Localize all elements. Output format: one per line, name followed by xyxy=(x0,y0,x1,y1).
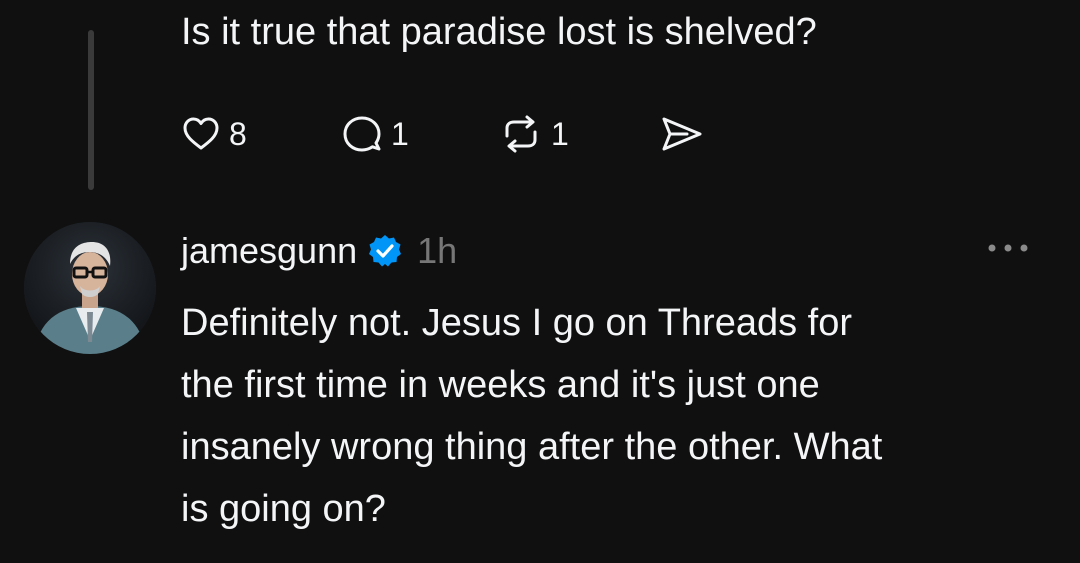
share-button[interactable] xyxy=(659,114,705,154)
like-button[interactable]: 8 xyxy=(181,114,341,154)
parent-post-actions: 8 1 1 xyxy=(181,110,705,158)
more-options-button[interactable] xyxy=(986,236,1030,260)
reply-text-line: Definitely not. Jesus I go on Threads fo… xyxy=(181,302,852,344)
reply-button[interactable]: 1 xyxy=(341,113,499,155)
reply-text-line: is going on? xyxy=(181,488,386,530)
reply-icon xyxy=(343,116,381,152)
repost-icon xyxy=(505,115,537,153)
share-icon xyxy=(662,117,702,151)
repost-count: 1 xyxy=(551,115,569,152)
avatar[interactable] xyxy=(24,222,156,354)
repost-button[interactable]: 1 xyxy=(499,114,659,154)
reply-post-header: jamesgunn 1h xyxy=(181,226,457,276)
reply-count: 1 xyxy=(391,115,409,152)
reply-text-line: insanely wrong thing after the other. Wh… xyxy=(181,426,883,468)
profile-photo xyxy=(24,222,156,354)
timestamp: 1h xyxy=(417,230,458,271)
username[interactable]: jamesgunn xyxy=(181,230,357,272)
verified-badge-icon xyxy=(369,235,402,267)
like-count: 8 xyxy=(229,115,247,152)
reply-post-text: Definitely not. Jesus I go on Threads fo… xyxy=(181,292,1051,540)
heart-icon xyxy=(183,117,219,150)
more-options-icon xyxy=(988,244,1028,252)
thread-connector-line xyxy=(88,30,94,190)
parent-post-text: Is it true that paradise lost is shelved… xyxy=(181,11,817,53)
reply-text-line: the first time in weeks and it's just on… xyxy=(181,364,820,406)
